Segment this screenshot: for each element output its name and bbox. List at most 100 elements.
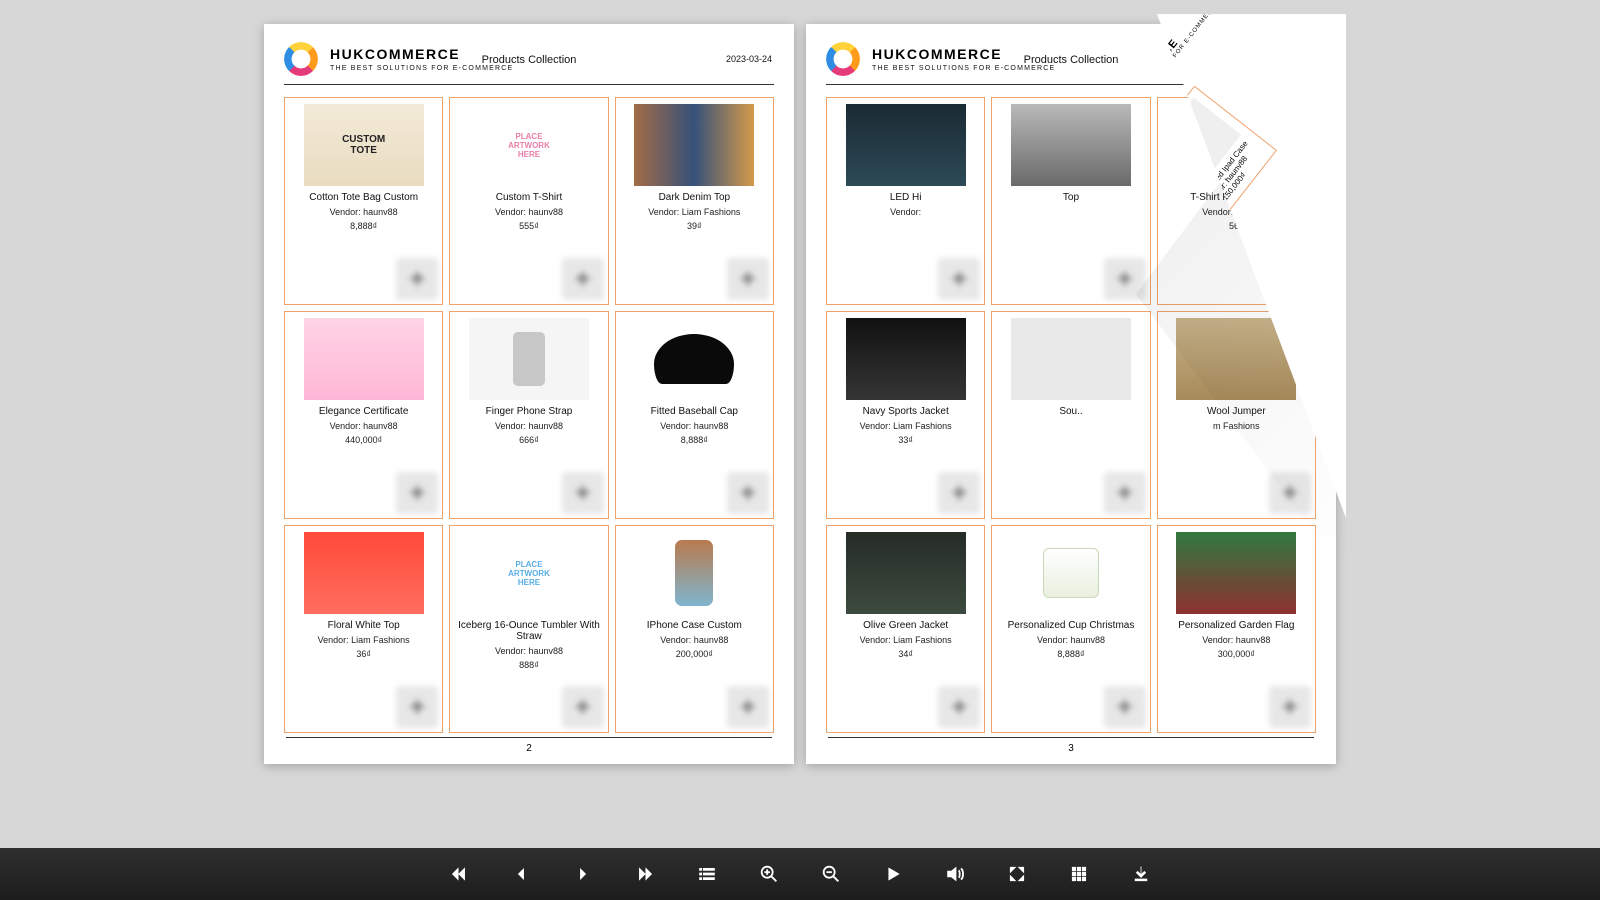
add-icon[interactable] [1104, 686, 1146, 728]
product-price: 39₫ [687, 221, 702, 231]
product-card[interactable]: Iceberg 16-Ounce Tumbler With Straw Vend… [449, 525, 608, 733]
product-title: Iceberg 16-Ounce Tumbler With Straw [454, 620, 603, 642]
product-card[interactable]: Fitted Baseball Cap Vendor: haunv88 8,88… [615, 311, 774, 519]
add-icon[interactable] [938, 686, 980, 728]
product-card[interactable]: Custom T-Shirt Vendor: haunv88 555₫ [449, 97, 608, 305]
product-vendor: Vendor: haunv88 [495, 207, 563, 217]
product-card[interactable]: Cotton Tote Bag Custom Vendor: haunv88 8… [284, 97, 443, 305]
prev-page-button[interactable] [507, 860, 535, 888]
product-card[interactable]: Olive Green Jacket Vendor: Liam Fashions… [826, 525, 985, 733]
product-price: 33₫ [898, 435, 913, 445]
product-price: 56₫ [1229, 221, 1244, 231]
product-thumb [634, 532, 754, 614]
product-vendor: Vendor: Liam Fashions [860, 421, 952, 431]
add-icon[interactable] [562, 472, 604, 514]
viewer-stage: HUKCOMMERCE THE BEST SOLUTIONS FOR E-COM… [0, 0, 1600, 900]
product-card[interactable]: Wool Jumper m Fashions [1157, 311, 1316, 519]
product-title: Finger Phone Strap [486, 406, 573, 417]
thumbnails-button[interactable] [1065, 860, 1093, 888]
product-price: 34₫ [898, 649, 913, 659]
add-icon[interactable] [938, 472, 980, 514]
add-icon[interactable] [562, 686, 604, 728]
product-thumb [469, 318, 589, 400]
product-card[interactable]: Personalized Cup Christmas Vendor: haunv… [991, 525, 1150, 733]
product-card[interactable]: Navy Sports Jacket Vendor: Liam Fashions… [826, 311, 985, 519]
add-icon[interactable] [396, 258, 438, 300]
product-vendor: Vendor: Liam Fashions [860, 635, 952, 645]
product-thumb [1176, 104, 1296, 186]
zoom-out-button[interactable] [817, 860, 845, 888]
product-title: Navy Sports Jacket [863, 406, 949, 417]
add-icon[interactable] [727, 472, 769, 514]
product-title: Custom T-Shirt [496, 192, 563, 203]
product-title: Floral White Top [328, 620, 400, 631]
add-icon[interactable] [562, 258, 604, 300]
product-card[interactable]: Finger Phone Strap Vendor: haunv88 666₫ [449, 311, 608, 519]
product-card[interactable]: LED Hi Vendor: [826, 97, 985, 305]
add-icon[interactable] [1269, 472, 1311, 514]
product-card[interactable]: Elegance Certificate Vendor: haunv88 440… [284, 311, 443, 519]
product-vendor: Vendor: haunv88 [330, 421, 398, 431]
sound-button[interactable] [941, 860, 969, 888]
add-icon[interactable] [727, 686, 769, 728]
product-title: Wool Jumper [1207, 406, 1266, 417]
product-vendor: Vendor: haunv88 [1037, 635, 1105, 645]
product-vendor: Vendor: haunv88 [660, 421, 728, 431]
product-card[interactable]: T-Shirt Product Base Vendor: haunv88 56₫ [1157, 97, 1316, 305]
product-vendor: m Fashions [1213, 421, 1260, 431]
product-card[interactable]: Top [991, 97, 1150, 305]
product-thumb [846, 532, 966, 614]
zoom-in-button[interactable] [755, 860, 783, 888]
product-title: Olive Green Jacket [863, 620, 948, 631]
product-price: 8,888₫ [681, 435, 708, 445]
add-icon[interactable] [1104, 472, 1146, 514]
product-title: Dark Denim Top [659, 192, 731, 203]
product-thumb [469, 104, 589, 186]
download-button[interactable] [1127, 860, 1155, 888]
add-icon[interactable] [396, 686, 438, 728]
product-price: 666₫ [519, 435, 539, 445]
toc-button[interactable] [693, 860, 721, 888]
product-thumb [1176, 318, 1296, 400]
product-thumb [634, 318, 754, 400]
product-title: T-Shirt Product Base [1190, 192, 1282, 203]
product-vendor: Vendor: haunv88 [495, 646, 563, 656]
product-thumb [1176, 532, 1296, 614]
product-card[interactable]: Dark Denim Top Vendor: Liam Fashions 39₫ [615, 97, 774, 305]
product-price: 555₫ [519, 221, 539, 231]
add-icon[interactable] [727, 258, 769, 300]
product-title: Personalized Garden Flag [1178, 620, 1294, 631]
add-icon[interactable] [938, 258, 980, 300]
product-vendor: Vendor: haunv88 [495, 421, 563, 431]
product-vendor: Vendor: Liam Fashions [318, 635, 410, 645]
first-page-button[interactable] [445, 860, 473, 888]
fullscreen-button[interactable] [1003, 860, 1031, 888]
add-icon[interactable] [1269, 686, 1311, 728]
product-price: 300,000₫ [1218, 649, 1255, 659]
add-icon[interactable] [396, 472, 438, 514]
product-grid: Cotton Tote Bag Custom Vendor: haunv88 8… [284, 97, 774, 733]
product-price: 440,000₫ [345, 435, 382, 445]
last-page-button[interactable] [631, 860, 659, 888]
product-title: Cotton Tote Bag Custom [309, 192, 418, 203]
product-price: 8,888₫ [1057, 649, 1084, 659]
product-card[interactable]: Floral White Top Vendor: Liam Fashions 3… [284, 525, 443, 733]
page-date: 2023-03-24 [1268, 54, 1314, 64]
add-icon[interactable] [1269, 258, 1311, 300]
play-button[interactable] [879, 860, 907, 888]
product-thumb [846, 104, 966, 186]
page-number: 3 [828, 737, 1314, 754]
viewer-toolbar [0, 848, 1600, 900]
product-vendor: Vendor: haunv88 [330, 207, 398, 217]
product-thumb [634, 104, 754, 186]
product-price: 36₫ [356, 649, 371, 659]
section-title: Products Collection [806, 54, 1336, 66]
add-icon[interactable] [1104, 258, 1146, 300]
next-page-button[interactable] [569, 860, 597, 888]
page-spread: HUKCOMMERCE THE BEST SOLUTIONS FOR E-COM… [264, 24, 1336, 764]
product-title: Sou.. [1059, 406, 1082, 417]
product-card[interactable]: Personalized Garden Flag Vendor: haunv88… [1157, 525, 1316, 733]
product-card[interactable]: Sou.. [991, 311, 1150, 519]
product-card[interactable]: IPhone Case Custom Vendor: haunv88 200,0… [615, 525, 774, 733]
product-grid: LED Hi Vendor: Top T-Shirt Product Base … [826, 97, 1316, 733]
